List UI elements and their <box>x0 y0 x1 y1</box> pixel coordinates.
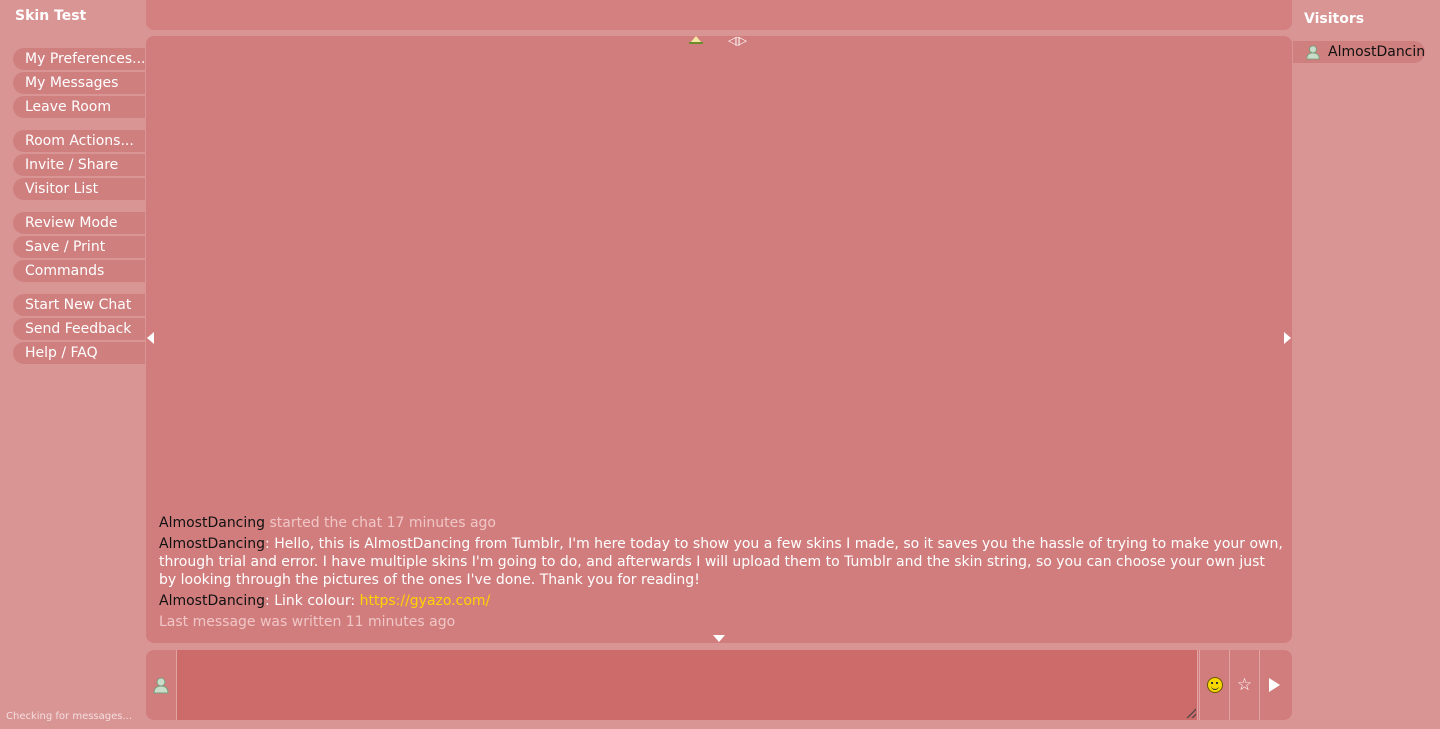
last-message-time: Last message was written 11 minutes ago <box>159 614 456 630</box>
message-link[interactable]: https://gyazo.com/ <box>360 593 491 609</box>
sidebar-menu: My Preferences... My Messages Leave Room… <box>13 48 145 376</box>
top-bar <box>146 0 1292 30</box>
scroll-up-icon[interactable] <box>689 36 703 44</box>
menu-item-my-preferences[interactable]: My Preferences... <box>13 48 145 70</box>
message-list: AlmostDancing started the chat 17 minute… <box>159 514 1284 634</box>
chat-message: AlmostDancing: Link colour: https://gyaz… <box>159 592 1284 610</box>
menu-item-invite-share[interactable]: Invite / Share <box>13 154 145 176</box>
message-text: : Hello, this is AlmostDancing from Tumb… <box>159 536 1283 588</box>
triangle-left-icon[interactable] <box>147 332 154 344</box>
room-title: Skin Test <box>15 8 87 24</box>
menu-item-help-faq[interactable]: Help / FAQ <box>13 342 145 364</box>
menu-item-commands[interactable]: Commands <box>13 260 145 282</box>
emoji-button[interactable] <box>1199 650 1229 720</box>
menu-group-account: My Preferences... My Messages Leave Room <box>13 48 145 118</box>
message-username[interactable]: AlmostDancing <box>159 593 265 609</box>
chat-panel: ◁▯▷ AlmostDancing started the chat 17 mi… <box>146 35 1292 643</box>
chat-message: AlmostDancing: Hello, this is AlmostDanc… <box>159 535 1284 589</box>
star-icon: ☆ <box>1236 674 1253 695</box>
send-button[interactable] <box>1259 650 1289 720</box>
visitor-name: AlmostDancing <box>1328 44 1425 60</box>
message-text: started the chat 17 minutes ago <box>265 515 496 531</box>
status-text: Checking for messages... <box>6 711 133 722</box>
message-input[interactable] <box>176 650 1198 720</box>
favorite-button[interactable]: ☆ <box>1229 650 1259 720</box>
message-username[interactable]: AlmostDancing <box>159 536 265 552</box>
message-username[interactable]: AlmostDancing <box>159 515 265 531</box>
person-icon <box>1306 45 1320 60</box>
smiley-icon <box>1206 677 1223 693</box>
visitors-title: Visitors <box>1304 11 1365 27</box>
menu-item-visitor-list[interactable]: Visitor List <box>13 178 145 200</box>
menu-item-room-actions[interactable]: Room Actions... <box>13 130 145 152</box>
message-text: : Link colour: <box>265 593 360 609</box>
resize-grip-icon[interactable] <box>1186 708 1196 718</box>
menu-item-send-feedback[interactable]: Send Feedback <box>13 318 145 340</box>
menu-item-my-messages[interactable]: My Messages <box>13 72 145 94</box>
message-input-bar: ☆ <box>146 650 1292 720</box>
scroll-down-icon[interactable] <box>713 635 725 642</box>
menu-item-leave-room[interactable]: Leave Room <box>13 96 145 118</box>
menu-group-transcript: Review Mode Save / Print Commands <box>13 212 145 282</box>
menu-item-start-new-chat[interactable]: Start New Chat <box>13 294 145 316</box>
menu-item-save-print[interactable]: Save / Print <box>13 236 145 258</box>
resize-width-icon[interactable]: ◁▯▷ <box>728 35 748 47</box>
send-icon <box>1269 678 1280 692</box>
person-icon[interactable] <box>152 676 170 694</box>
visitor-list-item[interactable]: AlmostDancing <box>1293 41 1425 63</box>
menu-item-review-mode[interactable]: Review Mode <box>13 212 145 234</box>
menu-group-help: Start New Chat Send Feedback Help / FAQ <box>13 294 145 364</box>
chat-message: AlmostDancing started the chat 17 minute… <box>159 514 1284 532</box>
triangle-right-icon[interactable] <box>1284 332 1291 344</box>
menu-group-room: Room Actions... Invite / Share Visitor L… <box>13 130 145 200</box>
